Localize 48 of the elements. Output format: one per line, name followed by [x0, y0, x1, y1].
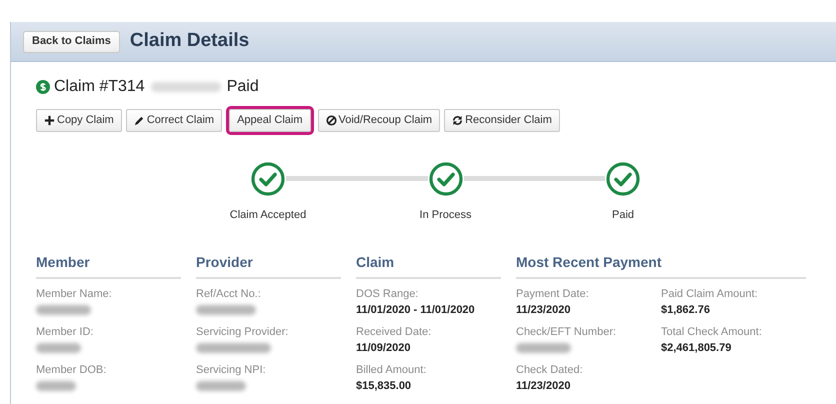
- field-label: Servicing NPI:: [196, 363, 267, 377]
- field-label: Member DOB:: [36, 363, 108, 377]
- page-title: Claim Details: [130, 29, 250, 54]
- section-heading: Member: [36, 252, 181, 279]
- action-button[interactable]: Correct Claim: [126, 109, 222, 132]
- field-label: Billed Amount:: [356, 363, 428, 377]
- field-label: Servicing Provider:: [196, 325, 290, 339]
- back-button[interactable]: Back to Claims: [23, 30, 120, 52]
- plus-icon: [44, 115, 55, 126]
- field-label: Check Dated:: [516, 363, 584, 377]
- action-button[interactable]: Void/Recoup Claim: [318, 109, 440, 132]
- field-label: Payment Date:: [516, 287, 590, 301]
- redacted-blur: [36, 305, 91, 315]
- field-label: Member Name:: [36, 287, 113, 301]
- action-button[interactable]: Copy Claim: [36, 109, 122, 132]
- section-heading: Most Recent Payment: [516, 252, 806, 279]
- step-label: Paid: [612, 208, 634, 223]
- field-value: 11/01/2020 - 11/01/2020: [356, 303, 475, 317]
- action-button[interactable]: Appeal Claim: [229, 109, 311, 132]
- field-value: 11/09/2020: [356, 341, 410, 355]
- redacted-blur: [36, 343, 81, 353]
- refresh-icon: [452, 115, 464, 126]
- step-label: In Process: [420, 208, 472, 223]
- field-label: Total Check Amount:: [661, 325, 763, 339]
- pencil-icon: [134, 115, 145, 126]
- step-label: Claim Accepted: [230, 208, 306, 223]
- field-value: 11/23/2020: [516, 379, 570, 393]
- redacted-blur: [196, 381, 246, 391]
- field-value: $15,835.00: [356, 379, 412, 393]
- section-heading: Provider: [196, 252, 341, 279]
- field-label: Paid Claim Amount:: [661, 287, 759, 301]
- redacted-blur: [516, 343, 571, 353]
- field-label: Ref/Acct No.:: [196, 287, 262, 301]
- redacted-blur: [36, 381, 76, 391]
- field-value: $2,461,805.79: [661, 341, 732, 355]
- field-label: DOS Range:: [356, 287, 420, 301]
- claim-status: Paid: [226, 77, 259, 97]
- redacted-blur: [196, 305, 256, 315]
- field-value: 11/23/2020: [516, 303, 570, 317]
- action-button[interactable]: Reconsider Claim: [444, 109, 560, 132]
- claim-number: Claim #T314: [54, 77, 145, 97]
- section-heading: Claim: [356, 252, 501, 279]
- ban-icon: [326, 115, 337, 126]
- field-label: Check/EFT Number:: [516, 325, 618, 339]
- field-value: $1,862.76: [661, 303, 710, 317]
- field-label: Member ID:: [36, 325, 94, 339]
- dollar-icon: [36, 80, 50, 94]
- field-label: Received Date:: [356, 325, 432, 339]
